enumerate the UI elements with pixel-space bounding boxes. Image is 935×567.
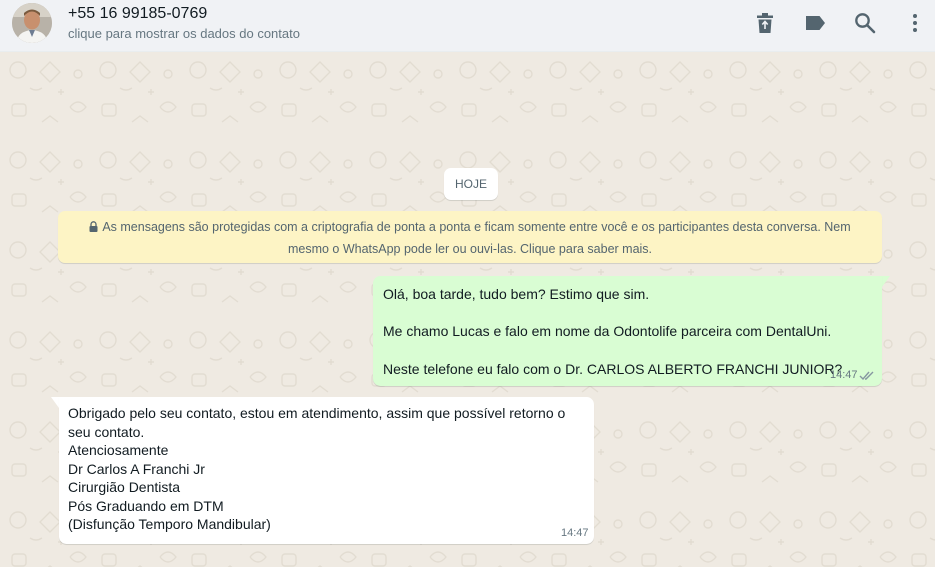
message-time: 14:47 xyxy=(830,369,858,381)
chat-area[interactable]: HOJE As mensagens são protegidas com a c… xyxy=(0,52,935,567)
label-icon[interactable] xyxy=(802,10,828,36)
bubble-tail-outgoing xyxy=(882,276,890,287)
date-divider: HOJE xyxy=(444,168,498,200)
encryption-notice[interactable]: As mensagens são protegidas com a cripto… xyxy=(58,211,882,263)
message-line: Me chamo Lucas e falo em nome da Odontol… xyxy=(383,323,832,339)
message-line: Cirurgião Dentista xyxy=(68,479,181,495)
message-line: Neste telefone eu falo com o Dr. CARLOS … xyxy=(383,361,843,377)
message-line: (Disfunção Temporo Mandibular) xyxy=(68,516,271,532)
message-line: Obrigado pelo seu contato, estou em aten… xyxy=(68,405,566,421)
double-check-icon xyxy=(859,368,875,384)
message-line: Atenciosamente xyxy=(68,442,169,458)
outgoing-message[interactable]: Olá, boa tarde, tudo bem? Estimo que sim… xyxy=(373,276,882,386)
message-line: Olá, boa tarde, tudo bem? Estimo que sim… xyxy=(383,286,650,302)
trash-icon[interactable] xyxy=(752,10,778,36)
encryption-notice-text: As mensagens são protegidas com a cripto… xyxy=(102,220,851,256)
message-line: seu contato. xyxy=(68,424,145,440)
message-time: 14:47 xyxy=(561,527,589,539)
menu-icon[interactable] xyxy=(902,10,928,36)
contact-name[interactable]: +55 16 99185-0769 xyxy=(68,5,207,23)
bubble-tail-incoming xyxy=(51,397,59,408)
incoming-message[interactable]: Obrigado pelo seu contato, estou em aten… xyxy=(59,397,594,544)
contact-avatar[interactable] xyxy=(12,3,52,43)
message-line: Pós Graduando em DTM xyxy=(68,498,224,514)
contact-info-hint[interactable]: clique para mostrar os dados do contato xyxy=(68,26,300,41)
search-icon[interactable] xyxy=(852,10,878,36)
lock-icon xyxy=(89,218,98,239)
message-line: Dr Carlos A Franchi Jr xyxy=(68,461,205,477)
chat-header: +55 16 99185-0769 clique para mostrar os… xyxy=(0,0,935,52)
